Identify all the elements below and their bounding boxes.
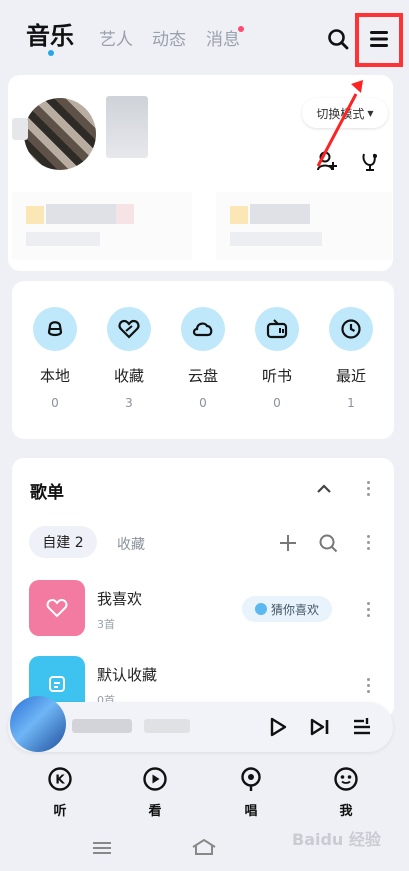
annotation-arrow [316,80,363,167]
baidu-watermark: Baidu 经验 [292,830,381,849]
